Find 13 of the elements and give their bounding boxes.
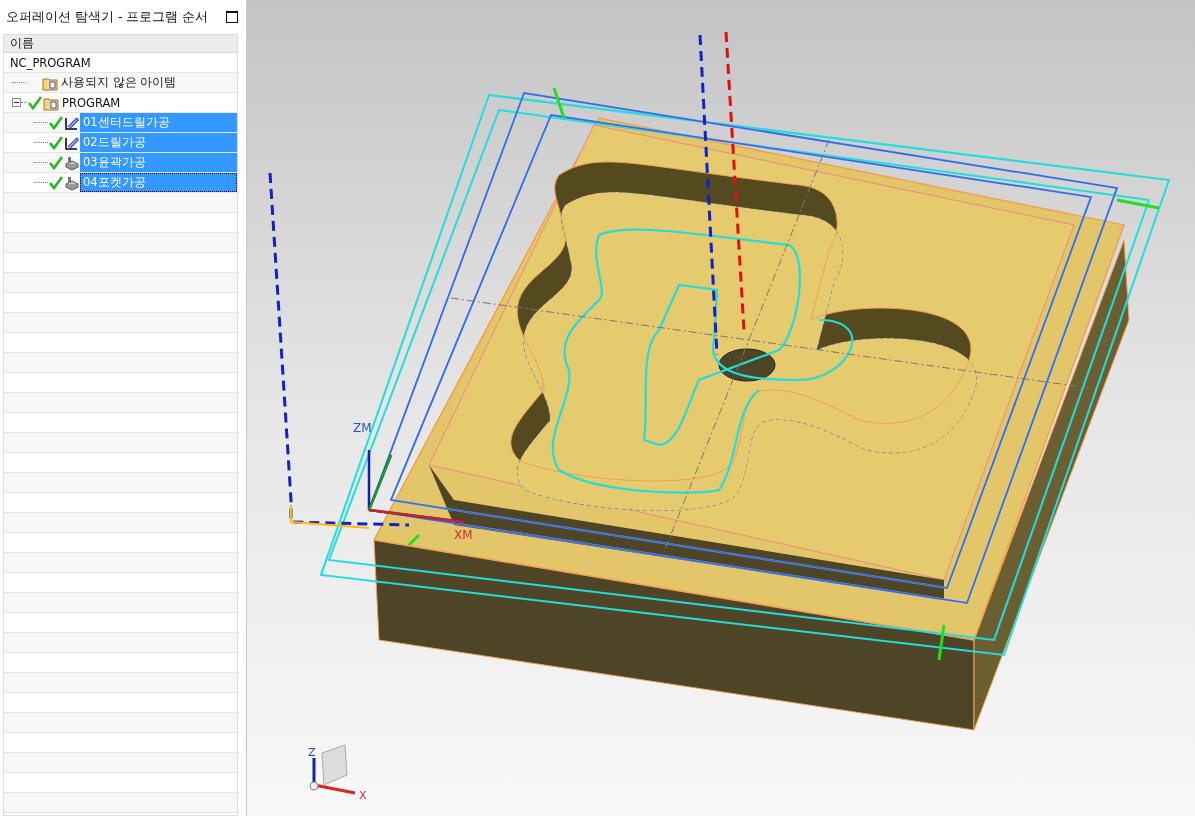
milling-operation-icon (64, 174, 80, 191)
axis-label: XM (454, 528, 473, 542)
axis-label: Z (308, 746, 316, 759)
milling-operation-icon (64, 154, 80, 171)
tree-item[interactable]: NC_PROGRAM (7, 54, 94, 71)
column-header[interactable]: 이름 (4, 35, 237, 53)
tree-item[interactable]: PROGRAM (59, 94, 124, 111)
collapse-toggle[interactable] (12, 98, 21, 107)
maximize-icon[interactable] (226, 11, 238, 23)
axis-label: X (359, 789, 367, 802)
view-triad-icon (309, 744, 356, 795)
axis-label: ZM (353, 421, 372, 435)
panel-title: 오퍼레이션 탐색기 - 프로그램 순서 (6, 8, 209, 26)
